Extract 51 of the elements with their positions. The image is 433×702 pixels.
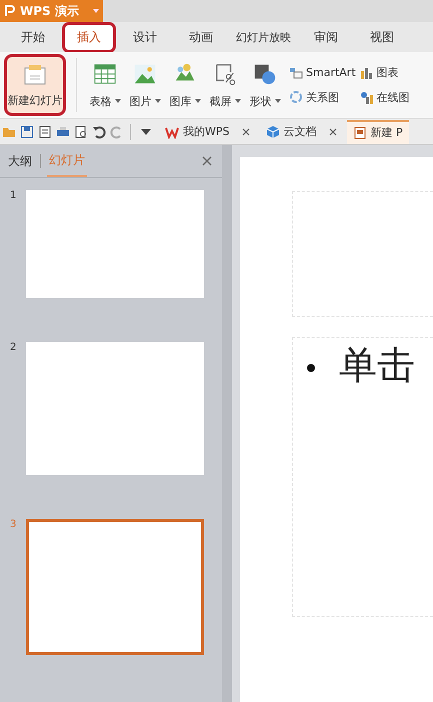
ribbon-tool-button[interactable]: 截屏 — [205, 52, 245, 118]
table-icon — [92, 62, 118, 86]
slide-number: 3 — [10, 519, 18, 532]
close-icon[interactable] — [202, 156, 212, 166]
ribbon-tool-button[interactable]: 表格 — [85, 52, 125, 118]
print-icon[interactable] — [56, 124, 70, 138]
document-tab[interactable]: 我的WPS — [159, 120, 256, 142]
slide-thumbnail[interactable] — [26, 519, 204, 655]
slide-icon — [22, 62, 48, 86]
close-icon[interactable] — [328, 128, 336, 136]
ribbon-tab[interactable]: 视图 — [355, 24, 409, 50]
ribbon-tool-button[interactable]: 关系图 — [289, 90, 356, 104]
ribbon-tab[interactable]: 幻灯片放映 — [230, 26, 297, 48]
smartart-icon — [289, 66, 303, 80]
slide-number: 2 — [10, 342, 18, 355]
ribbon-tab[interactable]: 审阅 — [299, 24, 353, 50]
logo-icon — [4, 5, 16, 17]
presentation-file-icon — [352, 126, 366, 140]
ribbon-tab[interactable]: 插入 — [62, 22, 116, 52]
ribbon-tab[interactable]: 动画 — [174, 24, 228, 50]
slide-thumbnail[interactable] — [26, 342, 204, 475]
ribbon-tab[interactable]: 设计 — [118, 24, 172, 50]
w-logo-icon — [165, 124, 179, 138]
online-chart-icon — [360, 90, 374, 104]
save-icon[interactable] — [20, 124, 34, 138]
dropdown-icon[interactable] — [141, 128, 151, 134]
cycle-icon — [289, 90, 303, 104]
ribbon-tool-button[interactable]: 图片 — [125, 52, 165, 118]
document-icon[interactable] — [38, 124, 52, 138]
document-tab[interactable]: 新建 P — [346, 120, 409, 144]
ribbon-tool-button[interactable]: 在线图 — [360, 90, 410, 105]
bullet-icon — [307, 364, 315, 372]
preview-icon[interactable] — [74, 124, 88, 138]
undo-icon[interactable] — [92, 124, 106, 138]
ribbon-tab[interactable]: 开始 — [6, 24, 60, 50]
bar-chart-icon — [360, 66, 374, 80]
ribbon-tool-button[interactable]: 图表 — [360, 65, 410, 80]
caret-icon — [93, 9, 99, 13]
slide-thumbnail[interactable] — [26, 190, 204, 298]
slide-number: 1 — [10, 190, 18, 203]
document-tab[interactable]: 云文档 — [260, 120, 342, 142]
ribbon-tool-button[interactable]: 图库 — [165, 52, 205, 118]
placeholder-text: 单击 — [339, 346, 415, 384]
app-title: WPS 演示 — [20, 2, 80, 20]
new-slide-button[interactable]: 新建幻灯片 — [4, 54, 66, 116]
content-placeholder[interactable]: 单击 — [292, 337, 433, 617]
close-icon[interactable] — [242, 128, 250, 136]
panel-tab[interactable]: 大纲 — [6, 146, 34, 176]
cube-icon — [266, 124, 280, 138]
ribbon-tool-button[interactable]: SmartArt — [289, 66, 356, 80]
ribbon-tool-button[interactable]: 形状 — [245, 52, 285, 118]
